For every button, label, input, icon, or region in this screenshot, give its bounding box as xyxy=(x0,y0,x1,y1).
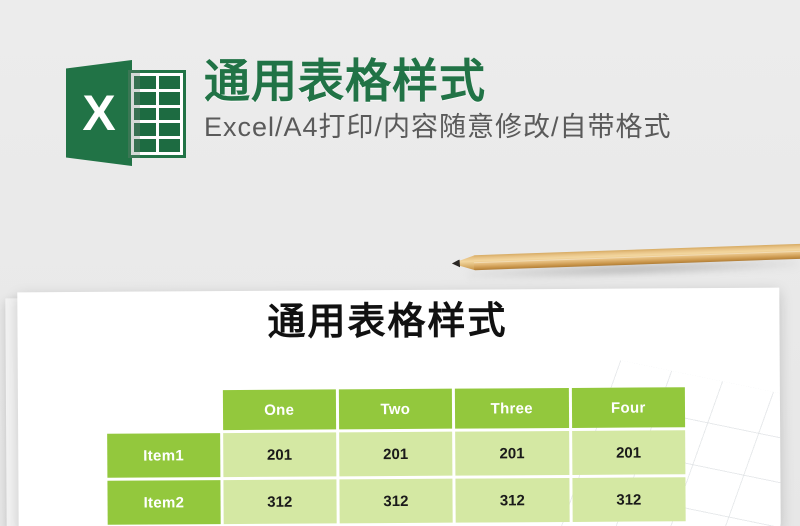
table-body: Item1 201 201 201 201 Item2 312 312 312 … xyxy=(107,430,686,525)
data-table: One Two Three Four Item1 201 201 201 201… xyxy=(104,384,689,526)
table-cell: 201 xyxy=(571,430,686,475)
table-cell: 201 xyxy=(338,431,453,477)
table-row-label-item2: Item2 xyxy=(107,480,221,525)
wooden-pencil-icon xyxy=(451,233,800,286)
document-title: 通用表格样式 xyxy=(267,300,508,344)
pencil-body xyxy=(473,243,800,271)
table-header-row-group: One Two Three Four xyxy=(107,387,686,431)
excel-logo-grid-cell xyxy=(158,123,180,137)
table-header-cell-two: Two xyxy=(338,388,453,430)
table-cell: 312 xyxy=(339,478,453,524)
pencil-lead-icon xyxy=(452,259,460,267)
table-header-cell-three: Three xyxy=(454,387,569,429)
excel-logo-grid-cell xyxy=(158,91,180,105)
table-row: Item1 201 201 201 201 xyxy=(107,430,686,478)
table-cell: 312 xyxy=(223,479,337,525)
table-header-cell-four: Four xyxy=(571,387,686,428)
brand-header: X 通用表格样式 Excel/A4打印/内容随意修改/自带格式 xyxy=(66,58,672,166)
excel-logo-grid-cell xyxy=(158,107,180,121)
excel-logo-letter: X xyxy=(82,85,116,141)
table-cell: 312 xyxy=(455,477,570,523)
excel-logo-grid-cell xyxy=(158,139,180,152)
table-row-label-item1: Item1 xyxy=(107,433,221,478)
table-cell: 312 xyxy=(572,477,686,522)
table-cell: 201 xyxy=(455,430,570,476)
excel-logo-grid-cell xyxy=(158,76,180,89)
excel-logo-icon: X xyxy=(66,58,188,166)
table-row: Item2 312 312 312 312 xyxy=(107,477,686,525)
brand-title: 通用表格样式 xyxy=(204,55,486,107)
table-header-cell-one: One xyxy=(222,389,336,431)
page-canvas: X 通用表格样式 Excel/A4打印/内容随意修改/自带格式 通用表格样式 O… xyxy=(0,0,800,526)
table-cell: 201 xyxy=(222,432,337,478)
brand-subtitle: Excel/A4打印/内容随意修改/自带格式 xyxy=(204,112,672,142)
brand-text-block: 通用表格样式 Excel/A4打印/内容随意修改/自带格式 xyxy=(204,58,672,143)
excel-logo-shade xyxy=(128,70,140,158)
document-sheet-front: 通用表格样式 One Two Three Four Item1 201 201 … xyxy=(17,287,781,526)
table-header-row: One Two Three Four xyxy=(107,387,686,431)
table-corner-cell xyxy=(107,390,220,431)
